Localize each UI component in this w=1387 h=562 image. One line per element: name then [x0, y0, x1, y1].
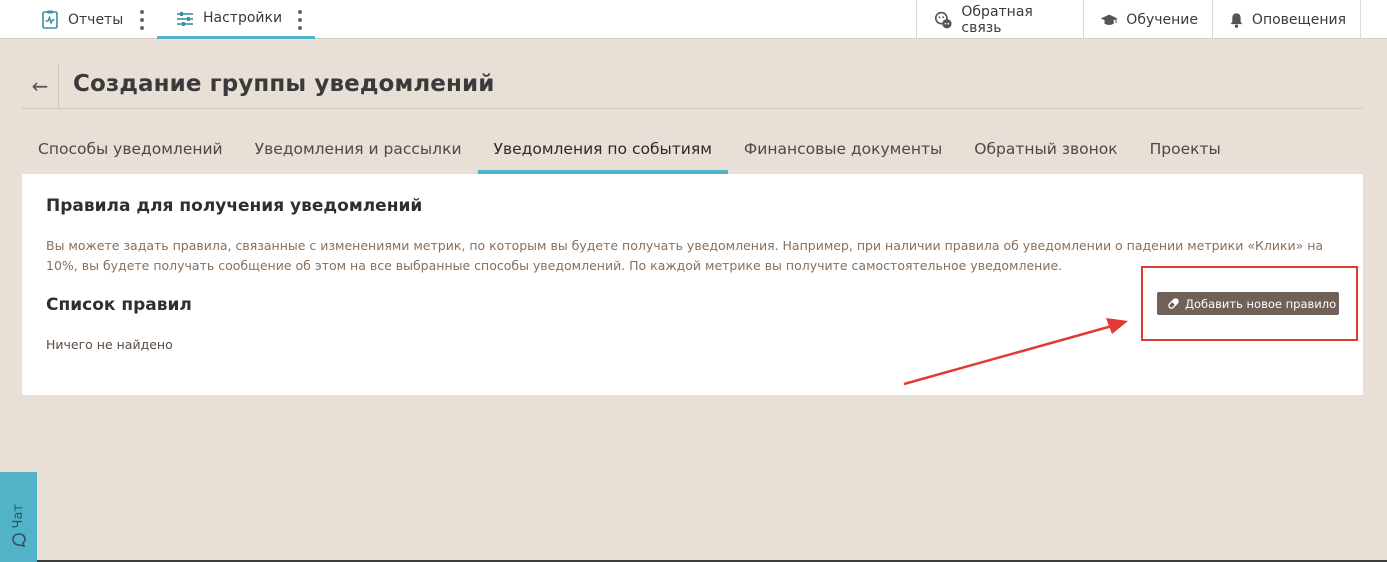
learning-label: Обучение [1126, 11, 1198, 28]
tab-event-notifications[interactable]: Уведомления по событиям [477, 128, 728, 174]
feedback-label: Обратная связь [961, 3, 1033, 36]
back-button[interactable]: ← [22, 63, 59, 109]
bell-icon [1230, 12, 1243, 28]
nav-tab-settings[interactable]: Настройки [157, 0, 315, 39]
top-nav-left: Отчеты Настройки [0, 0, 315, 39]
chat-widget[interactable]: Чат [0, 472, 37, 562]
graduation-cap-icon [1100, 14, 1118, 25]
nav-tab-settings-label: Настройки [203, 10, 283, 26]
tab-financial-documents[interactable]: Финансовые документы [728, 128, 958, 174]
sliders-icon [177, 12, 193, 26]
notifications-link[interactable]: Оповещения [1212, 0, 1361, 39]
tab-callback[interactable]: Обратный звонок [958, 128, 1133, 174]
page-title: Создание группы уведомлений [73, 71, 495, 97]
rules-title: Правила для получения уведомлений [46, 196, 423, 216]
nav-tab-reports-label: Отчеты [68, 11, 124, 28]
chat-label: Чат [11, 503, 26, 528]
feedback-link[interactable]: Обратная связь [916, 0, 1083, 39]
top-navigation-bar: Отчеты Настройки Обратная связь Обучение… [0, 0, 1387, 39]
rules-list-title: Список правил [46, 295, 192, 315]
annotation-highlight-box [1141, 266, 1358, 341]
chat-bubble-icon [11, 533, 26, 548]
notifications-label: Оповещения [1251, 11, 1346, 28]
nav-tab-reports[interactable]: Отчеты [0, 0, 157, 39]
clipboard-chart-icon [42, 10, 58, 29]
settings-more-menu[interactable] [297, 10, 303, 30]
page-header: ← Создание группы уведомлений [22, 63, 1363, 109]
settings-tabs: Способы уведомлений Уведомления и рассыл… [22, 128, 1237, 174]
learning-link[interactable]: Обучение [1083, 0, 1212, 39]
tab-projects[interactable]: Проекты [1134, 128, 1237, 174]
top-nav-right: Обратная связь Обучение Оповещения [916, 0, 1387, 39]
tab-notification-methods[interactable]: Способы уведомлений [22, 128, 239, 174]
feedback-icon [934, 11, 952, 28]
reports-more-menu[interactable] [139, 10, 145, 30]
empty-state-text: Ничего не найдено [46, 337, 173, 352]
tab-notifications-mailings[interactable]: Уведомления и рассылки [239, 128, 478, 174]
